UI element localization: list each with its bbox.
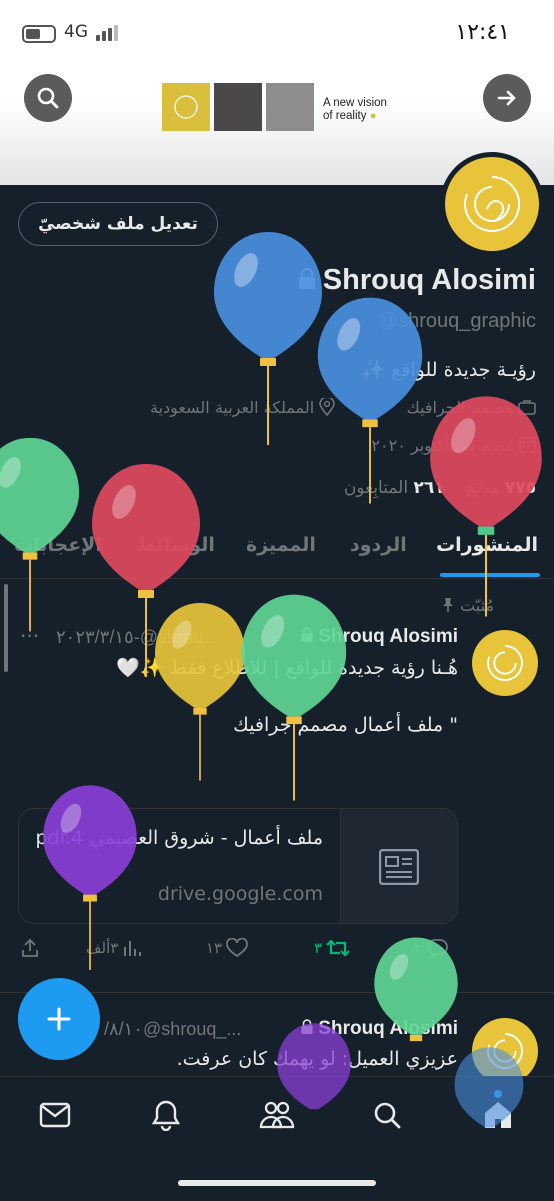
follow-stats: ٧٧٥ متابَع ٢٦١ المتابِعون (344, 478, 536, 498)
status-time: ١٢:٤١ (455, 20, 510, 45)
pinned-label: مُثبّت (441, 596, 494, 615)
share-icon (22, 938, 38, 957)
balloon-blue (214, 232, 322, 445)
nav-communities[interactable] (256, 1094, 298, 1136)
views-button[interactable]: ٣ألف (86, 938, 142, 958)
link-card[interactable]: ملف أعمال - شروق العصيمي pdf.4 drive.goo… (18, 808, 458, 924)
nav-home[interactable] (477, 1094, 519, 1136)
balloon-green-2 (241, 594, 347, 801)
location-icon (319, 396, 336, 417)
followers-link[interactable]: ٢٦١ المتابِعون (344, 478, 445, 498)
tweet2-avatar[interactable] (472, 1018, 538, 1084)
bell-icon (151, 1100, 181, 1131)
network-label: 4G (64, 22, 88, 42)
reply-icon (427, 939, 448, 958)
nav-notifications[interactable] (145, 1094, 187, 1136)
search-icon (37, 87, 59, 109)
calendar-icon (519, 437, 536, 453)
signal-icon (96, 25, 120, 41)
tab-posts[interactable]: المنشورات (436, 534, 538, 556)
logo-mark-icon (487, 645, 523, 681)
profile-avatar[interactable] (440, 152, 544, 256)
tab-media[interactable]: الوسائط (136, 534, 215, 556)
home-icon (485, 1102, 511, 1128)
profile-bio: رؤيـة جديدة للواقع ✨ (361, 359, 536, 381)
forward-button[interactable] (483, 74, 531, 122)
pin-icon (442, 598, 453, 612)
home-indicator (178, 1180, 376, 1186)
profile-handle: @shrouq_graphic (377, 310, 536, 332)
tweet-handle-date: ٢٠٢٣/٣/١٥-@shrou... (56, 627, 218, 647)
balloon-red (430, 396, 542, 617)
briefcase-icon (518, 400, 536, 415)
tweet2-handle-date: /٨/١٠@shrouq_... (104, 1019, 242, 1039)
tweet2-author-name[interactable]: Shrouq Alosimi (300, 1018, 458, 1040)
tweet-author-name[interactable]: Shrouq Alosimi (300, 626, 458, 648)
card-domain: drive.google.com (157, 883, 323, 905)
tab-replies[interactable]: الردود (350, 534, 407, 556)
nav-search[interactable] (366, 1094, 408, 1136)
search-button[interactable] (24, 74, 72, 122)
nav-messages[interactable] (34, 1094, 76, 1136)
profile-joined: انضم في أكتوبر ٢٠٢٠ (371, 436, 536, 455)
lock-icon (301, 1019, 313, 1034)
tweet-text-line2: " ملف أعمال مصمم جرافيك (233, 714, 458, 736)
lock-icon (298, 267, 315, 289)
compose-button[interactable] (18, 978, 100, 1060)
plus-icon (47, 1007, 71, 1031)
retweet-button[interactable]: ٣ (314, 938, 350, 958)
document-icon (379, 849, 419, 885)
lock-icon (301, 627, 313, 642)
tab-highlights[interactable]: المميزة (246, 534, 316, 556)
profile-name: Shrouq Alosimi (297, 264, 536, 297)
banner-swatch-gray (266, 83, 314, 131)
more-options-button[interactable]: ··· (20, 624, 39, 648)
share-button[interactable] (20, 938, 40, 958)
views-icon (124, 941, 142, 956)
profile-location: المملكة العربية السعودية (150, 396, 336, 417)
communities-icon (259, 1101, 295, 1129)
tweet-avatar[interactable] (472, 630, 538, 696)
profile-category: مصمم الجرافيك (407, 398, 536, 417)
logo-mark-icon (464, 175, 521, 232)
scrollbar[interactable] (4, 584, 8, 672)
forward-arrow-icon (497, 90, 516, 106)
tweet2-text: عزيزي العميل: لو يهمك كان عرفت. (176, 1048, 458, 1070)
following-link[interactable]: ٧٧٥ متابَع (466, 478, 536, 498)
mail-icon (39, 1102, 71, 1128)
like-button[interactable]: ١٣ (206, 938, 249, 958)
search-icon (374, 1102, 401, 1129)
card-title: ملف أعمال - شروق العصيمي pdf.4 (35, 827, 323, 849)
banner-swatch-dark (214, 83, 262, 131)
like-icon (226, 938, 249, 958)
reply-button[interactable]: ٢ (414, 938, 448, 958)
logo-mark-icon (487, 1033, 523, 1069)
tabs-divider (0, 578, 554, 579)
tab-indicator (440, 573, 540, 577)
banner-tagline: A new vision of reality ● (323, 97, 387, 122)
edit-profile-button[interactable]: تعديل ملف شخصيّ (18, 202, 218, 246)
banner-swatch-yellow (162, 83, 210, 131)
home-notification-dot (494, 1090, 502, 1098)
balloon-red-2 (92, 464, 200, 677)
tweet-text-line1: هُـنا رؤية جديدة للواقع | للاطلاع فقط ✨🤍 (116, 657, 458, 679)
battery-icon (22, 25, 56, 43)
tab-likes[interactable]: الإعجابات (14, 534, 102, 556)
retweet-icon (326, 939, 350, 957)
document-icon-box (340, 809, 457, 923)
